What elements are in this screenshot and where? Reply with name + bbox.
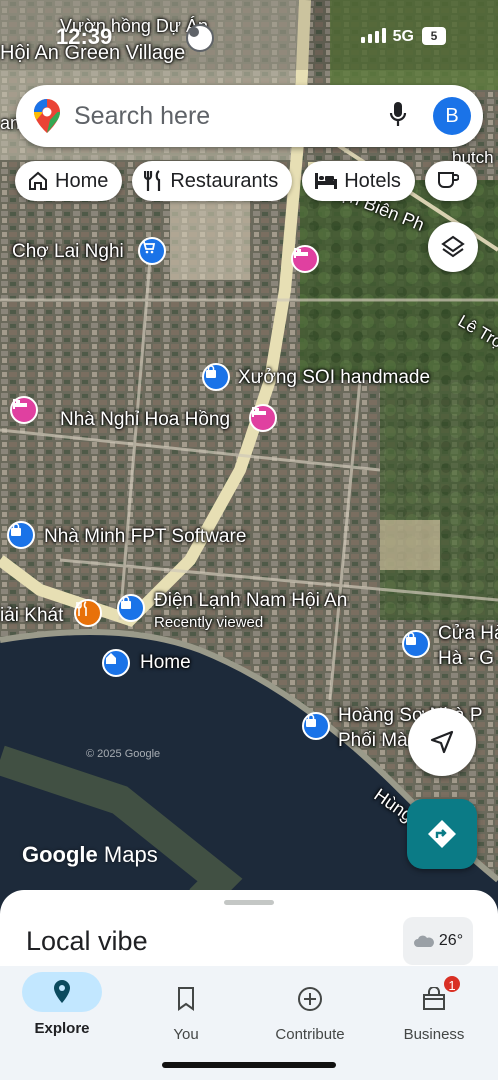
directions-icon: [428, 820, 456, 848]
map-label-giai-khat[interactable]: iải Khát: [0, 605, 63, 627]
notification-badge: 1: [442, 974, 462, 994]
explore-pin-icon: [22, 972, 102, 1012]
tab-explore-label: Explore: [34, 1020, 90, 1037]
tab-explore[interactable]: Explore: [12, 966, 112, 1037]
shopping-bag-icon[interactable]: [402, 630, 430, 658]
map-label-home[interactable]: Home: [140, 652, 191, 674]
cloud-icon: [413, 935, 434, 947]
microphone-icon[interactable]: [389, 101, 407, 134]
sheet-drag-handle[interactable]: [224, 900, 274, 905]
hotel-icon: [315, 173, 338, 189]
home-icon: [29, 171, 47, 190]
tab-business-label: Business: [403, 1026, 465, 1043]
maps-pin-logo-icon: [34, 99, 60, 138]
temperature: 26°: [438, 932, 464, 949]
status-time: 12:39: [56, 24, 113, 49]
weather-chip[interactable]: 26°: [403, 917, 473, 965]
tab-contribute-label: Contribute: [275, 1026, 345, 1043]
shopping-bag-icon[interactable]: [7, 521, 35, 549]
shopping-bag-icon[interactable]: [302, 712, 330, 740]
map-label-dien-lanh[interactable]: Điện Lạnh Nam Hội An: [154, 590, 347, 612]
chip-restaurants[interactable]: Restaurants: [132, 161, 293, 201]
search-input[interactable]: [74, 99, 364, 133]
account-avatar[interactable]: B: [433, 97, 471, 135]
tab-you[interactable]: You: [136, 966, 236, 1043]
map-label-nha-nghi[interactable]: Nhà Nghỉ Hoa Hồng: [60, 409, 230, 431]
map-label-cho-lai-nghi[interactable]: Chợ Lai Nghi: [12, 241, 124, 263]
network-type: 5G: [392, 28, 414, 45]
map-label-nha-minh[interactable]: Nhà Minh FPT Software: [44, 526, 246, 548]
map-label-ha-g: Hà - G: [438, 648, 494, 669]
tab-you-label: You: [173, 1026, 199, 1043]
directions-button[interactable]: [407, 799, 477, 869]
category-chips: Home Restaurants Hotels: [15, 161, 477, 201]
chip-coffee[interactable]: [424, 161, 477, 201]
chip-home[interactable]: Home: [15, 161, 123, 201]
navigation-arrow-icon: [430, 730, 454, 754]
map-label-cua-ha[interactable]: Cửa Hà: [438, 623, 498, 645]
map-copyright: © 2025 Google: [86, 748, 161, 760]
hotel-bed-icon[interactable]: [10, 396, 38, 424]
shopping-bag-icon[interactable]: [117, 594, 145, 622]
battery-icon: 5: [422, 27, 446, 45]
shopping-bag-icon[interactable]: [202, 363, 230, 391]
hotel-bed-icon[interactable]: [249, 404, 277, 432]
map-label-xuong-soi[interactable]: Xưởng SOI handmade: [238, 367, 430, 389]
google-maps-logo: Google Maps: [22, 842, 158, 868]
my-location-button[interactable]: [408, 708, 476, 776]
add-circle-icon: [260, 972, 360, 1026]
hotel-bed-icon[interactable]: [291, 245, 319, 273]
signal-icon: [361, 28, 386, 43]
map-label-recently-viewed: Recently viewed: [154, 614, 264, 631]
search-bar[interactable]: B: [16, 85, 483, 147]
chip-home-label: Home: [55, 169, 109, 192]
restaurant-icon[interactable]: [74, 599, 102, 627]
shopping-cart-icon[interactable]: [138, 237, 166, 265]
chip-hotels-label: Hotels: [344, 169, 401, 192]
status-bar: 12:39 5G 5: [0, 18, 498, 58]
sheet-title: Local vibe: [26, 926, 148, 956]
coffee-icon: [437, 172, 459, 188]
chip-restaurants-label: Restaurants: [170, 169, 279, 192]
restaurant-icon: [144, 170, 161, 191]
bookmark-icon: [136, 972, 236, 1026]
store-icon: [384, 972, 484, 1026]
home-pin-icon[interactable]: [102, 649, 130, 677]
chip-hotels[interactable]: Hotels: [302, 161, 415, 201]
layers-button[interactable]: [428, 222, 478, 272]
maps-wordmark: Maps: [103, 842, 158, 867]
google-wordmark: Google: [22, 842, 98, 867]
home-indicator[interactable]: [162, 1062, 336, 1068]
layers-icon: [441, 235, 465, 258]
tab-contribute[interactable]: Contribute: [260, 966, 360, 1043]
tab-business[interactable]: 1 Business: [384, 966, 484, 1043]
